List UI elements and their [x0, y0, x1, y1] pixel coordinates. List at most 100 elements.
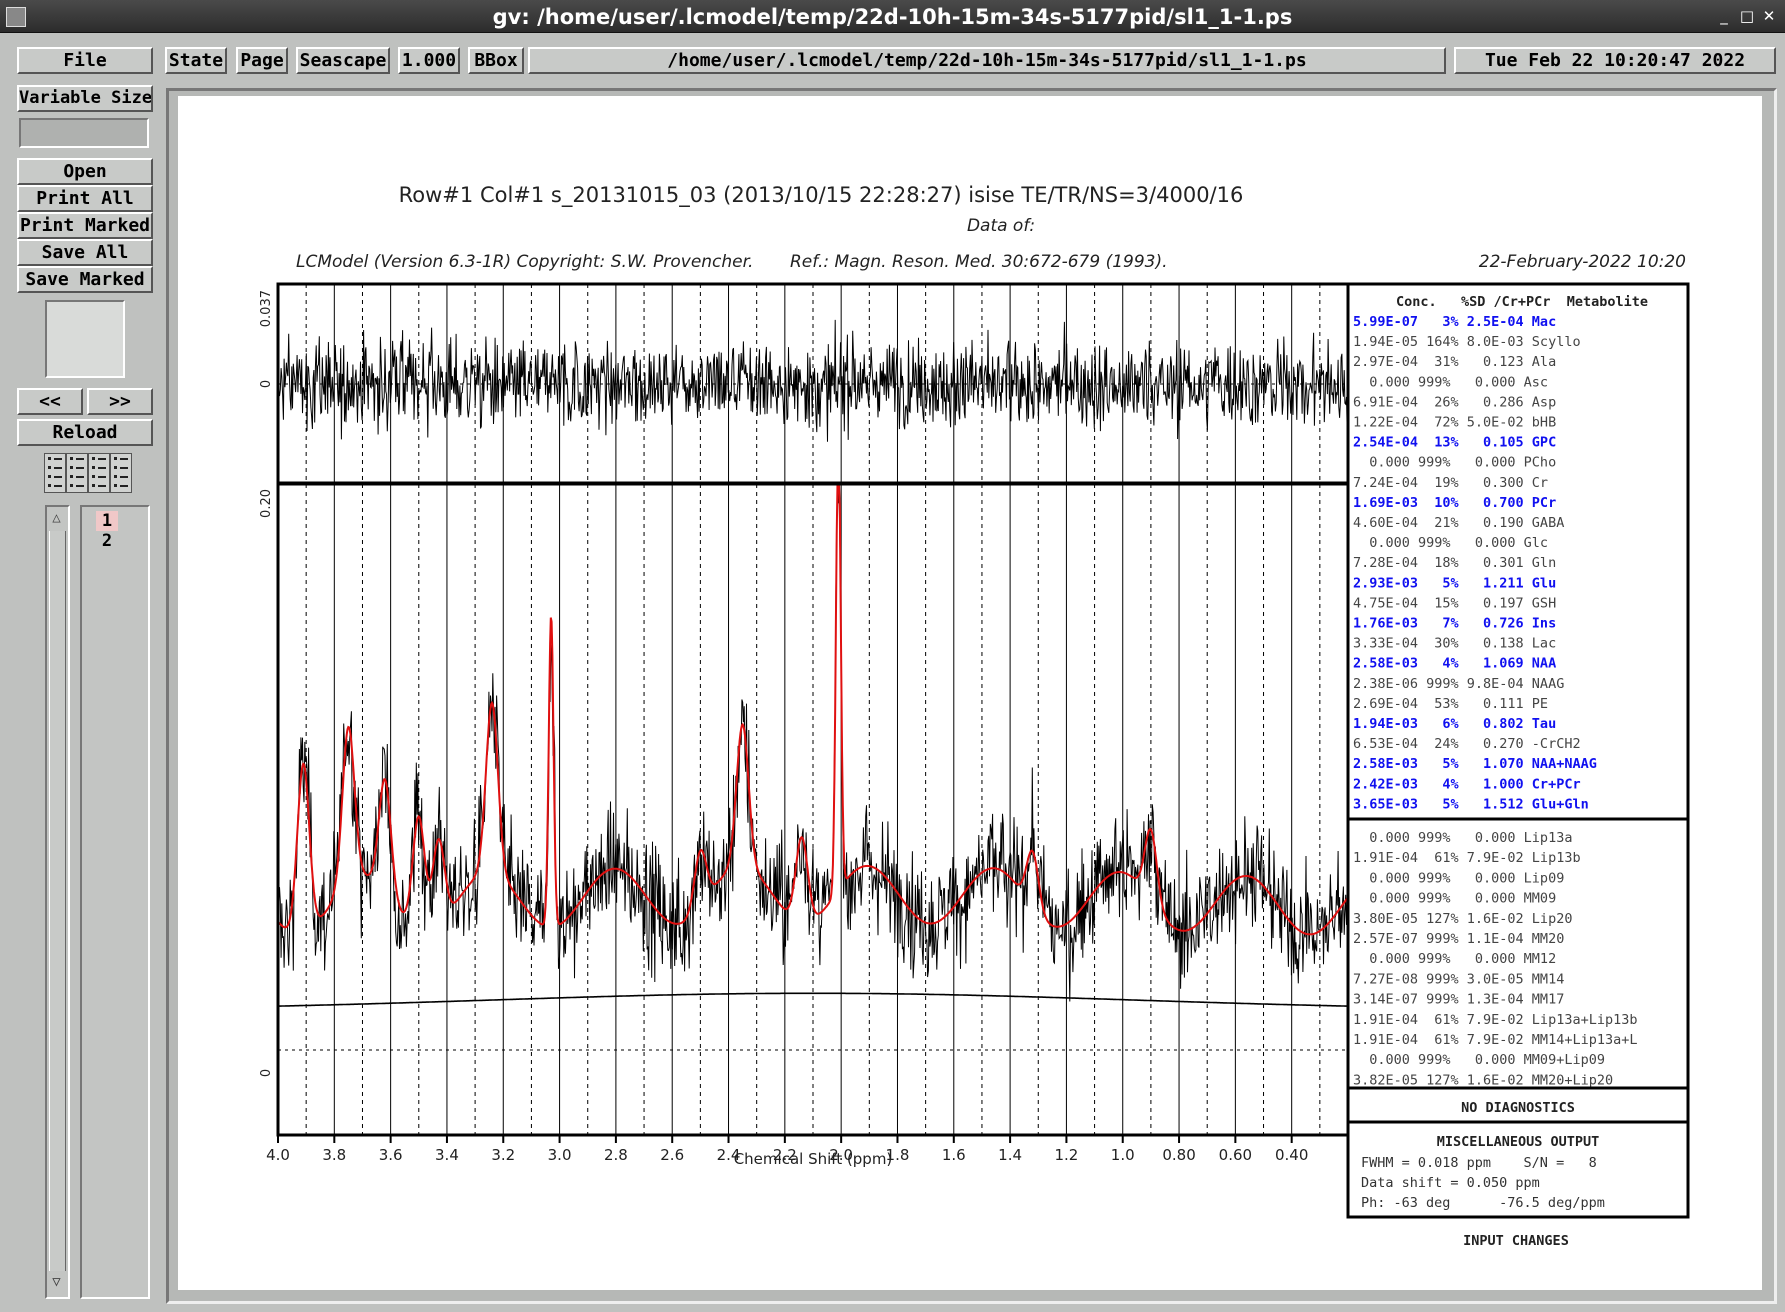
metabolite-row: 3.33E-04 30% 0.138 Lac: [1353, 636, 1556, 652]
x-axis-label: Chemical Shift (ppm): [734, 1150, 893, 1168]
bbox-button[interactable]: BBox: [468, 47, 524, 74]
diagnostics-text: NO DIAGNOSTICS: [1461, 1100, 1575, 1116]
metabolite-row: 1.69E-03 10% 0.700 PCr: [1353, 495, 1556, 511]
copyright-text: LCModel (Version 6.3-1R) Copyright: S.W.…: [296, 252, 753, 272]
window-titlebar[interactable]: gv: /home/user/.lcmodel/temp/22d-10h-15m…: [0, 0, 1785, 33]
minimize-button[interactable]: _: [1714, 6, 1734, 26]
misc-line: Ph: -63 deg -76.5 deg/ppm: [1361, 1195, 1605, 1211]
file-menu-button[interactable]: File: [17, 47, 153, 74]
data-of-label: Data of:: [967, 216, 1035, 236]
save-marked-button[interactable]: Save Marked: [17, 266, 153, 293]
scale-button[interactable]: 1.000: [398, 47, 460, 74]
metabolite-row: 5.99E-07 3% 2.5E-04 Mac: [1353, 314, 1556, 330]
mark-buttons-group: [44, 453, 132, 495]
unmark-pages-icon[interactable]: [110, 453, 132, 493]
lipid-row: 3.14E-07 999% 1.3E-04 MM17: [1353, 992, 1564, 1008]
page-list[interactable]: 1 2: [80, 505, 150, 1299]
metabolite-row: 4.60E-04 21% 0.190 GABA: [1353, 515, 1564, 531]
metabolite-row: 2.58E-03 5% 1.070 NAA+NAAG: [1353, 756, 1597, 772]
reload-button[interactable]: Reload: [17, 419, 153, 446]
x-tick-label: 3.8: [322, 1146, 346, 1164]
postscript-page: Row#1 Col#1 s_20131015_03 (2013/10/15 22…: [178, 96, 1762, 1290]
x-tick-label: 2.6: [660, 1146, 684, 1164]
metabolite-row: 2.97E-04 31% 0.123 Ala: [1353, 354, 1556, 370]
page-size-indicator: [19, 118, 149, 148]
mark-current-page-icon[interactable]: [88, 453, 110, 493]
metabolite-row: 2.69E-04 53% 0.111 PE: [1353, 696, 1548, 712]
open-button[interactable]: Open: [17, 158, 153, 185]
save-all-button[interactable]: Save All: [17, 239, 153, 266]
lipid-row: 1.91E-04 61% 7.9E-02 Lip13b: [1353, 850, 1581, 866]
page-list-item[interactable]: 1: [96, 511, 118, 531]
state-menu-button[interactable]: State: [165, 47, 227, 74]
x-tick-label: 0.40: [1275, 1146, 1308, 1164]
x-tick-label: 3.0: [548, 1146, 572, 1164]
misc-output-title: MISCELLANEOUS OUTPUT: [1437, 1134, 1600, 1150]
x-tick-label: 3.2: [491, 1146, 515, 1164]
x-tick-label: 0.80: [1162, 1146, 1195, 1164]
x-tick-label: 1.4: [998, 1146, 1022, 1164]
metabolite-row: 2.93E-03 5% 1.211 Glu: [1353, 575, 1556, 591]
x-tick-label: 1.2: [1054, 1146, 1078, 1164]
metabolite-rows: 5.99E-07 3% 2.5E-04 Mac 1.94E-05 164% 8.0…: [1353, 314, 1597, 812]
datetime-display: Tue Feb 22 10:20:47 2022: [1454, 47, 1776, 74]
metabolite-row: 7.28E-04 18% 0.301 Gln: [1353, 555, 1556, 571]
x-tick-label: 1.0: [1111, 1146, 1135, 1164]
metabolite-row: 0.000 999% 0.000 Glc: [1353, 535, 1548, 551]
reference-text: Ref.: Magn. Reson. Med. 30:672-679 (1993…: [790, 252, 1168, 272]
window-title: gv: /home/user/.lcmodel/temp/22d-10h-15m…: [492, 5, 1293, 29]
scroll-up-arrow-icon[interactable]: △: [48, 509, 65, 527]
metabolite-row: 4.75E-04 15% 0.197 GSH: [1353, 595, 1556, 611]
residual-ytick-zero: 0: [259, 380, 274, 388]
metabolite-row: 2.42E-03 4% 1.000 Cr+PCr: [1353, 776, 1581, 792]
lipid-row: 7.27E-08 999% 3.0E-05 MM14: [1353, 971, 1564, 987]
scroll-thumb[interactable]: [49, 531, 66, 1271]
lipid-row: 0.000 999% 0.000 Lip13a: [1353, 830, 1572, 846]
lipid-row: 3.82E-05 127% 1.6E-02 MM20+Lip20: [1353, 1072, 1613, 1088]
input-changes-label: INPUT CHANGES: [1463, 1233, 1569, 1249]
x-tick-label: 2.8: [604, 1146, 628, 1164]
next-page-button[interactable]: >>: [87, 388, 153, 415]
ppm-gridlines: [277, 284, 1321, 1135]
metabolite-row: 0.000 999% 0.000 PCho: [1353, 455, 1556, 471]
spectrum-ytick-top: 0.20: [259, 489, 274, 518]
close-button[interactable]: ✕: [1759, 6, 1779, 26]
spectrum-ytick-zero: 0: [259, 1069, 274, 1077]
page-preview[interactable]: [45, 300, 125, 378]
metabolite-row: 2.58E-03 4% 1.069 NAA: [1353, 656, 1556, 672]
misc-line: FWHM = 0.018 ppm S/N = 8: [1361, 1155, 1597, 1171]
lipid-row: 3.80E-05 127% 1.6E-02 Lip20: [1353, 911, 1572, 927]
metabolite-row: 1.22E-04 72% 5.0E-02 bHB: [1353, 415, 1556, 431]
residual-ytick-top: 0.037: [259, 290, 274, 327]
mark-even-pages-icon[interactable]: [66, 453, 88, 493]
x-tick-label: 3.4: [435, 1146, 459, 1164]
print-marked-button[interactable]: Print Marked: [17, 212, 153, 239]
print-all-button[interactable]: Print All: [17, 185, 153, 212]
lipid-rows: 0.000 999% 0.000 Lip13a 1.91E-04 61% 7.9E…: [1353, 830, 1637, 1088]
lipid-row: 0.000 999% 0.000 Lip09: [1353, 870, 1564, 886]
lipid-row: 1.91E-04 61% 7.9E-02 Lip13a+Lip13b: [1353, 1012, 1637, 1028]
scroll-down-arrow-icon[interactable]: ▽: [48, 1273, 65, 1291]
page-menu-button[interactable]: Page: [236, 47, 288, 74]
lcmodel-output-page: Row#1 Col#1 s_20131015_03 (2013/10/15 22…: [259, 183, 1690, 1249]
metabolite-row: 7.24E-04 19% 0.300 Cr: [1353, 475, 1548, 491]
x-tick-label: 1.6: [942, 1146, 966, 1164]
lipid-row: 1.91E-04 61% 7.9E-02 MM14+Lip13a+L: [1353, 1032, 1637, 1048]
prev-page-button[interactable]: <<: [17, 388, 83, 415]
page-list-item[interactable]: 2: [96, 531, 118, 551]
table-header: Conc. %SD /Cr+PCr Metabolite: [1396, 294, 1648, 310]
spectrum-header: Row#1 Col#1 s_20131015_03 (2013/10/15 22…: [399, 183, 1244, 208]
variable-size-button[interactable]: Variable Size: [17, 85, 153, 112]
x-tick-label: 4.0: [266, 1146, 290, 1164]
page-list-scrollbar[interactable]: △ ▽: [45, 505, 70, 1299]
lipid-row: 0.000 999% 0.000 MM09+Lip09: [1353, 1052, 1605, 1068]
mark-odd-pages-icon[interactable]: [44, 453, 66, 493]
lipid-row: 0.000 999% 0.000 MM09: [1353, 891, 1556, 907]
orientation-button[interactable]: Seascape: [296, 47, 390, 74]
metabolite-row: 1.76E-03 7% 0.726 Ins: [1353, 616, 1556, 632]
metabolite-row: 1.94E-05 164% 8.0E-03 Scyllo: [1353, 334, 1581, 350]
file-path-field: /home/user/.lcmodel/temp/22d-10h-15m-34s…: [528, 47, 1446, 74]
report-date: 22-February-2022 10:20: [1479, 252, 1686, 272]
misc-line: Data shift = 0.050 ppm: [1361, 1175, 1540, 1191]
maximize-button[interactable]: □: [1737, 6, 1757, 26]
